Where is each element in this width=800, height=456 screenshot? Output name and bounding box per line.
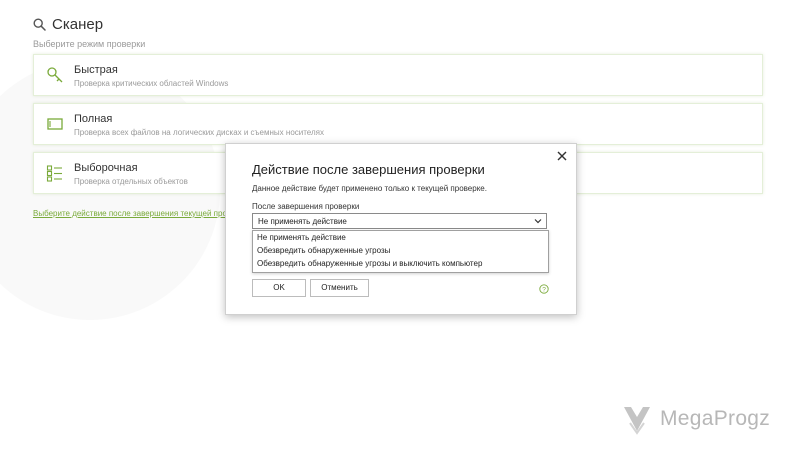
option-no-action[interactable]: Не применять действие bbox=[253, 231, 548, 244]
scan-mode-title: Полная bbox=[74, 113, 113, 125]
scan-mode-title: Выборочная bbox=[74, 162, 138, 174]
cancel-button[interactable]: Отменить bbox=[310, 279, 369, 297]
megaprogz-logo-icon bbox=[624, 407, 650, 435]
action-select[interactable]: Не применять действие bbox=[252, 213, 547, 229]
dialog-title: Действие после завершения проверки bbox=[252, 162, 485, 177]
scan-mode-quick[interactable]: Быстрая Проверка критических областей Wi… bbox=[33, 54, 763, 96]
scan-mode-description: Проверка отдельных объектов bbox=[74, 177, 188, 186]
chevron-down-icon bbox=[534, 219, 542, 224]
scan-mode-full[interactable]: Полная Проверка всех файлов на логически… bbox=[33, 103, 763, 145]
search-icon bbox=[33, 18, 46, 31]
megaprogz-watermark: MegaProgz bbox=[622, 403, 770, 435]
drive-icon bbox=[47, 118, 63, 130]
option-neutralize-shutdown[interactable]: Обезвредить обнаруженные угрозы и выключ… bbox=[253, 257, 548, 270]
scan-mode-description: Проверка критических областей Windows bbox=[74, 79, 229, 88]
svg-text:?: ? bbox=[542, 286, 546, 293]
field-label: После завершения проверки bbox=[252, 202, 360, 211]
after-scan-dialog: Действие после завершения проверки Данно… bbox=[225, 143, 577, 315]
scan-mode-description: Проверка всех файлов на логических диска… bbox=[74, 128, 324, 137]
option-neutralize[interactable]: Обезвредить обнаруженные угрозы bbox=[253, 244, 548, 257]
action-dropdown: Не применять действие Обезвредить обнару… bbox=[252, 230, 549, 273]
scanner-header: Сканер Выберите режим проверки bbox=[33, 16, 145, 49]
key-icon bbox=[47, 67, 63, 83]
close-icon[interactable] bbox=[556, 150, 568, 162]
after-scan-action-link[interactable]: Выберите действие после завершения текущ… bbox=[33, 209, 225, 218]
page-subtitle: Выберите режим проверки bbox=[33, 39, 146, 49]
page-title: Сканер bbox=[52, 16, 104, 33]
help-icon[interactable]: ? bbox=[539, 284, 549, 294]
selected-value: Не применять действие bbox=[258, 217, 347, 226]
checklist-icon bbox=[46, 165, 62, 182]
megaprogz-text: MegaProgz bbox=[660, 407, 771, 430]
ok-button[interactable]: OK bbox=[252, 279, 306, 297]
scan-mode-title: Быстрая bbox=[74, 64, 118, 76]
dialog-note: Данное действие будет применено только к… bbox=[252, 184, 487, 193]
